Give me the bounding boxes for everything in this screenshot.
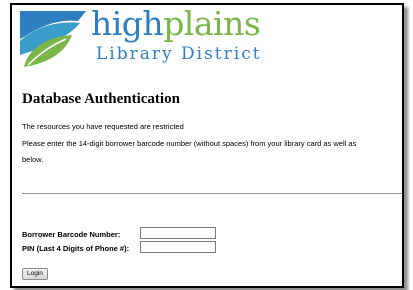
logo-subtitle: Library District <box>96 44 262 64</box>
leaf-mark-icon <box>20 11 86 67</box>
library-logo[interactable]: highplains Library District <box>20 5 261 69</box>
pin-label: PIN (Last 4 Digits of Phone #): <box>22 244 130 253</box>
page-title: Database Authentication <box>22 91 180 107</box>
logo-word-plains: plains <box>163 4 261 43</box>
browser-frame: highplains Library District Database Aut… <box>10 3 404 288</box>
login-button[interactable]: Login <box>22 268 48 280</box>
logo-word-high: high <box>91 4 164 43</box>
restricted-message: The resources you have requested are res… <box>22 122 184 131</box>
divider <box>22 193 402 194</box>
logo-wordmark: highplains <box>91 4 261 43</box>
instructions-line: Please enter the 14-digit borrower barco… <box>22 139 357 148</box>
pin-input[interactable] <box>140 241 216 253</box>
instructions-line-continued: below. <box>22 155 44 164</box>
barcode-input[interactable] <box>140 227 216 239</box>
barcode-label: Borrower Barcode Number: <box>22 230 121 239</box>
